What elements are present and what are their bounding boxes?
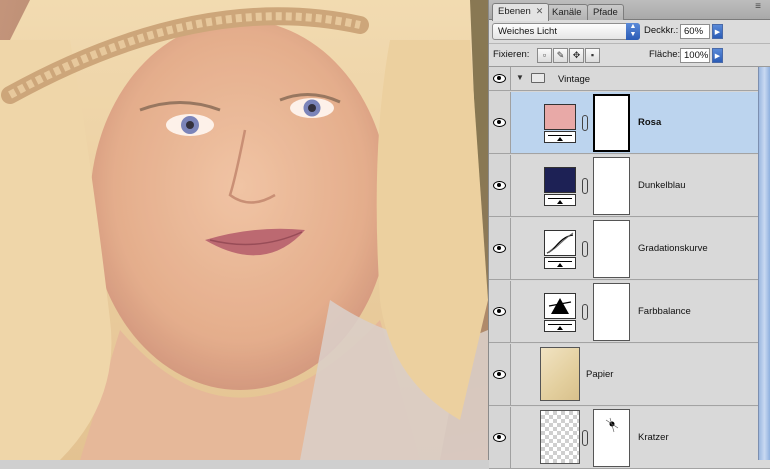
eye-icon bbox=[493, 244, 506, 253]
layer-name: Rosa bbox=[638, 117, 662, 128]
eye-icon bbox=[493, 181, 506, 190]
opacity-arrow-icon[interactable]: ▶ bbox=[712, 24, 723, 39]
layer-name: Farbbalance bbox=[638, 306, 691, 317]
layer-mask-thumb[interactable] bbox=[593, 157, 630, 215]
visibility-toggle[interactable] bbox=[489, 218, 511, 279]
layer-mask-thumb[interactable] bbox=[593, 94, 630, 152]
eye-icon bbox=[493, 433, 506, 442]
layer-name: Gradationskurve bbox=[638, 243, 708, 254]
scratch-mask-icon bbox=[605, 417, 619, 433]
close-icon[interactable]: ✕ bbox=[536, 6, 544, 16]
lock-move-icon[interactable]: ✥ bbox=[569, 48, 584, 63]
tab-kanaele[interactable]: Kanäle bbox=[546, 4, 588, 20]
fill-input[interactable]: 100% bbox=[680, 48, 710, 63]
opacity-label: Deckkr.: bbox=[644, 25, 679, 36]
lock-all-icon[interactable]: ▪ bbox=[585, 48, 600, 63]
fill-label: Fläche: bbox=[649, 49, 681, 60]
chevron-updown-icon: ▲ ▼ bbox=[626, 23, 640, 40]
chain-icon[interactable] bbox=[582, 241, 588, 257]
fill-swatch-icon[interactable] bbox=[544, 167, 576, 206]
eye-icon bbox=[493, 74, 506, 83]
paper-texture-thumb[interactable] bbox=[540, 347, 580, 401]
swatch-color bbox=[544, 167, 576, 193]
curves-icon[interactable] bbox=[544, 230, 576, 269]
tab-pfade-label: Pfade bbox=[593, 7, 618, 18]
portrait-photo bbox=[0, 0, 488, 460]
blend-row: Weiches Licht ▲ ▼ Deckkr.: 60% ▶ bbox=[489, 20, 770, 44]
transparency-thumb[interactable] bbox=[540, 410, 580, 464]
layers-scrollbar[interactable] bbox=[758, 67, 770, 460]
tab-ebenen[interactable]: Ebenen ✕ bbox=[492, 3, 550, 21]
visibility-toggle[interactable] bbox=[489, 344, 511, 405]
fill-swatch-icon[interactable] bbox=[544, 104, 576, 143]
layer-rosa[interactable]: Rosa bbox=[489, 92, 770, 154]
chain-icon[interactable] bbox=[582, 430, 588, 446]
layer-name: Dunkelblau bbox=[638, 180, 686, 191]
blend-mode-select[interactable]: Weiches Licht ▲ ▼ bbox=[492, 23, 640, 40]
panel-menu-icon[interactable]: ≡ bbox=[755, 1, 761, 12]
layer-mask-thumb[interactable] bbox=[593, 283, 630, 341]
panel-tabbar: Ebenen ✕ Kanäle Pfade ≡ bbox=[489, 0, 770, 21]
visibility-toggle[interactable] bbox=[489, 67, 511, 90]
eye-icon bbox=[493, 370, 506, 379]
lock-brush-icon[interactable]: ✎ bbox=[553, 48, 568, 63]
curves-graph-icon bbox=[546, 232, 574, 254]
layer-group-vintage[interactable]: ▼ Vintage bbox=[489, 67, 770, 91]
blend-mode-value: Weiches Licht bbox=[498, 26, 557, 37]
lock-label: Fixieren: bbox=[493, 49, 530, 60]
swatch-color bbox=[544, 104, 576, 130]
balance-icon[interactable] bbox=[544, 293, 576, 332]
chain-icon[interactable] bbox=[582, 115, 588, 131]
layer-gradationskurve[interactable]: Gradationskurve bbox=[489, 218, 770, 280]
layers-list: ▼ Vintage Rosa Dunkelblau Gradationskurv… bbox=[489, 67, 770, 469]
image-canvas[interactable] bbox=[0, 0, 488, 460]
opacity-input[interactable]: 60% bbox=[680, 24, 710, 39]
chain-icon[interactable] bbox=[582, 304, 588, 320]
layer-name: Papier bbox=[586, 369, 614, 380]
tab-ebenen-label: Ebenen bbox=[498, 6, 531, 17]
layer-farbbalance[interactable]: Farbbalance bbox=[489, 281, 770, 343]
group-name: Vintage bbox=[558, 74, 591, 85]
lock-row: Fixieren: ▫ ✎ ✥ ▪ Fläche: 100% ▶ bbox=[489, 44, 770, 67]
eye-icon bbox=[493, 307, 506, 316]
layer-papier[interactable]: Papier bbox=[489, 344, 770, 406]
visibility-toggle[interactable] bbox=[489, 92, 511, 153]
eye-icon bbox=[493, 118, 506, 127]
layer-mask-thumb[interactable] bbox=[593, 220, 630, 278]
visibility-toggle[interactable] bbox=[489, 281, 511, 342]
lock-transparency-icon[interactable]: ▫ bbox=[537, 48, 552, 63]
tab-kanaele-label: Kanäle bbox=[552, 7, 582, 18]
scale-icon bbox=[548, 298, 572, 314]
layer-dunkelblau[interactable]: Dunkelblau bbox=[489, 155, 770, 217]
tab-pfade[interactable]: Pfade bbox=[587, 4, 624, 20]
folder-icon bbox=[531, 73, 545, 83]
layer-name: Kratzer bbox=[638, 432, 669, 443]
fill-arrow-icon[interactable]: ▶ bbox=[712, 48, 723, 63]
visibility-toggle[interactable] bbox=[489, 155, 511, 216]
chain-icon[interactable] bbox=[582, 178, 588, 194]
disclosure-triangle-icon[interactable]: ▼ bbox=[516, 73, 524, 82]
layers-panel: Ebenen ✕ Kanäle Pfade ≡ Weiches Licht ▲ ▼ … bbox=[488, 0, 770, 469]
layer-mask-thumb[interactable] bbox=[593, 409, 630, 467]
visibility-toggle[interactable] bbox=[489, 407, 511, 468]
